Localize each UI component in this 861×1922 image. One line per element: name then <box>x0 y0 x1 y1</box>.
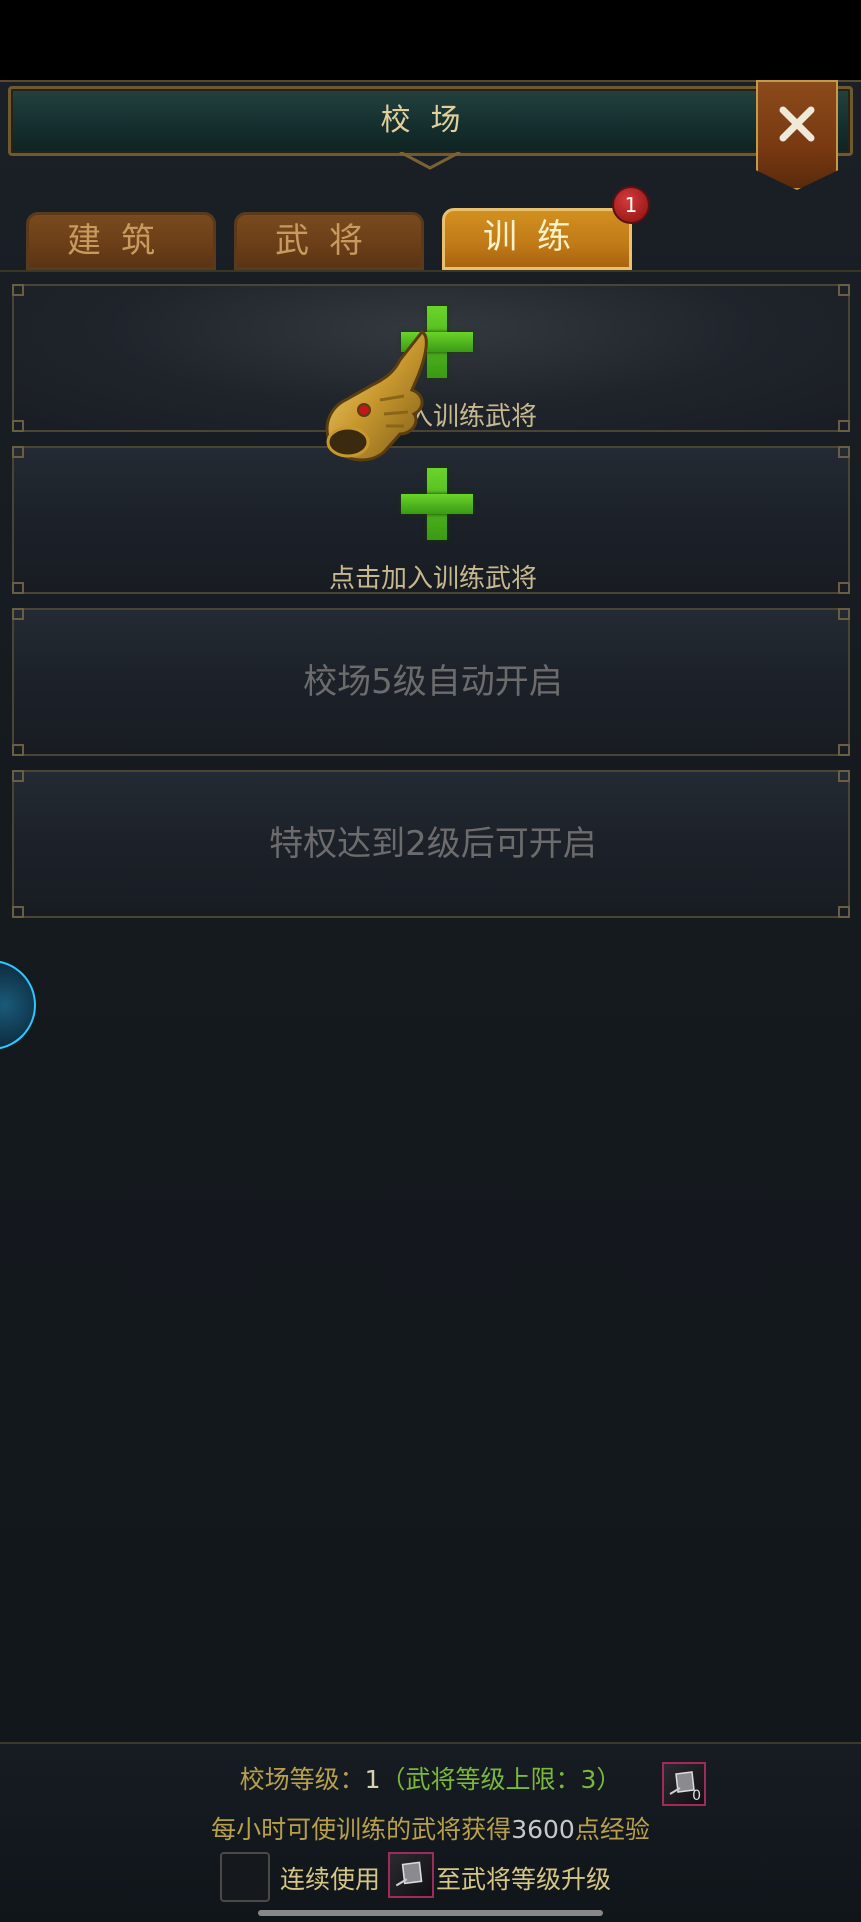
notification-badge: 1 <box>612 186 650 224</box>
pointing-hand-icon <box>325 330 428 462</box>
close-icon <box>779 106 815 142</box>
level-value: 1 <box>364 1765 381 1794</box>
scroll-icon <box>395 1861 423 1887</box>
plus-icon <box>401 468 473 540</box>
continuous-use-prefix: 连续使用 <box>280 1865 381 1894</box>
home-indicator[interactable] <box>258 1910 603 1916</box>
close-button[interactable] <box>756 80 838 190</box>
slot-list: 点击加入训练武将 点击加入训练武将 校场5级自动开启 特权达到2级后可开启 <box>0 270 861 1744</box>
level-label: 校场等级： <box>239 1765 365 1794</box>
exp-info: 每小时可使训练的武将获得3600点经验 <box>211 1815 650 1844</box>
exp-value: 3600 <box>511 1815 575 1844</box>
level-info: 校场等级：1（武将等级上限：3） <box>239 1765 622 1794</box>
slot-locked-text: 特权达到2级后可开启 <box>269 824 597 864</box>
item-count: 0 <box>692 1788 701 1804</box>
tab-generals[interactable]: 武将 <box>234 212 424 270</box>
slot-locked-text: 校场5级自动开启 <box>303 662 563 702</box>
training-slot-3-locked: 校场5级自动开启 <box>12 608 850 756</box>
continuous-use-checkbox[interactable] <box>220 1852 270 1902</box>
slot-label: 点击加入训练武将 <box>328 564 537 594</box>
tab-training[interactable]: 训练 <box>442 208 632 270</box>
level-cap-label: （武将等级上限： <box>380 1765 581 1794</box>
window-title: 校场 <box>380 103 481 138</box>
continuous-use-suffix: 至武将等级升级 <box>436 1865 612 1894</box>
exp-item-icon[interactable]: 0 <box>662 1762 706 1806</box>
continuous-item-icon <box>388 1852 434 1898</box>
level-cap-value: 3 <box>580 1765 597 1794</box>
tab-building[interactable]: 建筑 <box>26 212 216 270</box>
training-slot-4-locked: 特权达到2级后可开启 <box>12 770 850 918</box>
title-ornament-icon <box>399 152 461 170</box>
